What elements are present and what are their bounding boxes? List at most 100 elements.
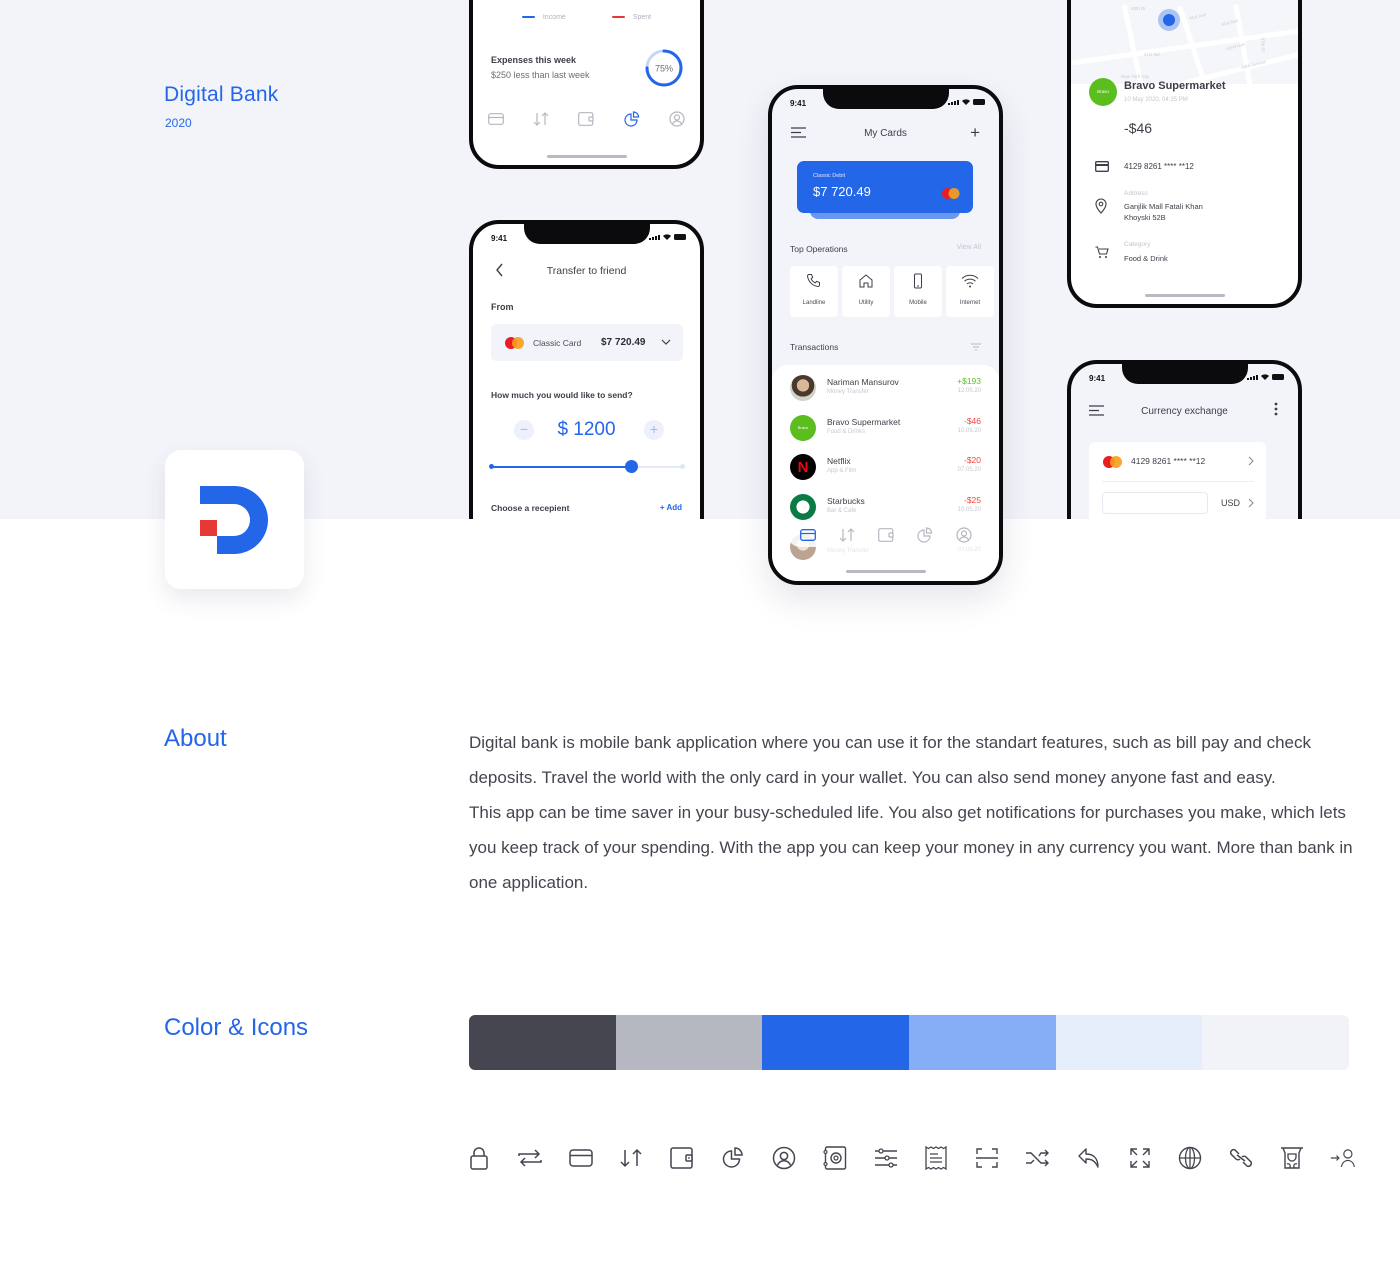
slider-thumb[interactable] <box>625 460 639 473</box>
transaction-row[interactable]: Bravo Bravo Supermarket Food & Drinks -$… <box>790 415 981 445</box>
wifi-status-icon <box>962 99 970 105</box>
nav-transfers[interactable] <box>531 109 551 129</box>
card-name: Classic Card <box>533 338 582 348</box>
color-swatch <box>1202 1015 1349 1070</box>
card-icon <box>799 529 816 541</box>
card-number: 4129 8261 **** **12 <box>1124 162 1194 171</box>
card-balance: $7 720.49 <box>601 337 646 348</box>
currency-select[interactable]: USD <box>1221 498 1240 508</box>
mastercard-icon <box>1103 456 1122 468</box>
filter-icon[interactable] <box>971 343 981 351</box>
view-all-link[interactable]: View All <box>957 244 981 251</box>
nav-transfers[interactable] <box>837 525 857 545</box>
nav-stats[interactable] <box>622 109 642 129</box>
status-time: 9:41 <box>1089 374 1106 383</box>
screen-title: Currency exchange <box>1141 406 1228 417</box>
legend-spent: Spent <box>611 14 651 21</box>
expenses-subtitle: $250 less than last week <box>491 70 590 80</box>
brand-title: Digital Bank <box>164 83 279 106</box>
add-card-button[interactable]: + <box>970 124 980 141</box>
mask <box>460 519 710 579</box>
nav-profile[interactable] <box>667 109 687 129</box>
slider-fill <box>491 466 632 468</box>
home-icon <box>859 274 873 288</box>
phone-transfer: 9:41 Transfer to friend From Classic Car… <box>469 220 704 560</box>
chevron-down-icon <box>661 339 671 345</box>
user-circle-icon <box>771 1145 797 1171</box>
operation-landline[interactable]: Landline <box>790 266 838 317</box>
receipt-icon <box>923 1145 949 1171</box>
legend-income: Income <box>521 14 566 21</box>
signal-icon <box>649 235 660 240</box>
chevron-right-icon[interactable] <box>1248 456 1254 466</box>
increase-button[interactable]: + <box>644 420 664 440</box>
progress-ring: 75% <box>645 49 683 87</box>
color-palette <box>469 1015 1349 1070</box>
debit-card[interactable]: Classic Debit $7 720.49 <box>797 161 973 213</box>
amount-slider[interactable] <box>489 460 685 473</box>
expenses-title: Expenses this week <box>491 55 577 65</box>
screen-title: Transfer to friend <box>546 265 627 277</box>
transaction-datetime: 10 May 2020, 04:25 PM <box>1124 97 1188 103</box>
chart-legend: Income Spent <box>473 14 700 21</box>
screen-title: My Cards <box>864 128 907 139</box>
digital-bank-logo-icon <box>200 486 268 554</box>
nav-cards[interactable] <box>798 525 818 545</box>
signal-icon <box>1247 375 1258 380</box>
pie-chart-icon <box>720 1145 746 1171</box>
wallet-icon <box>877 528 894 542</box>
wallet-icon <box>669 1145 695 1171</box>
mobile-icon <box>914 273 922 289</box>
home-indicator <box>546 155 627 158</box>
wifi-status-icon <box>663 234 671 240</box>
merchant-logo: Bravo <box>1089 78 1117 106</box>
bottom-nav <box>788 523 983 547</box>
user-circle-icon <box>955 527 972 543</box>
color-swatch <box>469 1015 616 1070</box>
color-icons-title: Color & Icons <box>164 1014 309 1041</box>
transaction-row[interactable]: N Netflix App & Film -$20 07.05.20 <box>790 454 981 484</box>
source-card-select[interactable]: Classic Card $7 720.49 <box>491 324 683 361</box>
transaction-row[interactable]: Nariman Mansurov Money Transfer +$193 12… <box>790 375 981 405</box>
sort-arrows-icon <box>618 1145 644 1171</box>
nav-wallet[interactable] <box>576 109 596 129</box>
battery-icon <box>674 234 686 240</box>
status-time: 9:41 <box>491 234 508 243</box>
transaction-row[interactable]: Starbucks Bar & Cafe -$25 10.05.20 <box>790 494 981 524</box>
shuffle-icon <box>1025 1145 1051 1171</box>
pie-chart-icon <box>916 527 932 543</box>
link-icon <box>1228 1145 1254 1171</box>
card-type: Classic Debit <box>813 173 846 179</box>
mask <box>1060 519 1310 579</box>
location-icon <box>1095 198 1107 214</box>
address-line2: Khoyski 52B <box>1124 213 1166 222</box>
phone-notch <box>523 224 650 244</box>
battery-icon <box>1272 374 1284 380</box>
slider-end <box>680 464 685 469</box>
more-vertical-icon[interactable] <box>1274 402 1278 416</box>
nav-stats[interactable] <box>915 525 935 545</box>
color-swatch <box>909 1015 1056 1070</box>
phone-statistics: Income Spent Expenses this week $250 les… <box>469 0 704 169</box>
icon-set <box>466 1145 1356 1171</box>
operation-utility[interactable]: Utility <box>842 266 890 317</box>
about-paragraph: Digital bank is mobile bank application … <box>469 733 1311 787</box>
user-circle-icon <box>669 111 685 127</box>
nav-profile[interactable] <box>954 525 974 545</box>
wallet-icon <box>578 112 595 126</box>
category-value: Food & Drink <box>1124 254 1168 263</box>
chevron-right-icon[interactable] <box>1248 498 1254 508</box>
phone-notch <box>1121 364 1248 384</box>
amount-input[interactable] <box>1102 492 1208 514</box>
safe-icon <box>822 1145 848 1171</box>
map-view[interactable]: 40th Dr 41st Ave 41st Ave 41st Rd 42nd A… <box>1071 0 1298 104</box>
nav-wallet[interactable] <box>876 525 896 545</box>
operation-internet[interactable]: Internet <box>946 266 994 317</box>
operation-mobile[interactable]: Mobile <box>894 266 942 317</box>
about-paragraph: This app can be time saver in your busy-… <box>469 803 1353 892</box>
sort-arrows-icon <box>839 528 854 542</box>
add-recipient-button[interactable]: + Add <box>660 503 682 512</box>
status-icons <box>1247 374 1284 380</box>
nav-cards[interactable] <box>486 109 506 129</box>
progress-label: 75% <box>655 64 673 74</box>
